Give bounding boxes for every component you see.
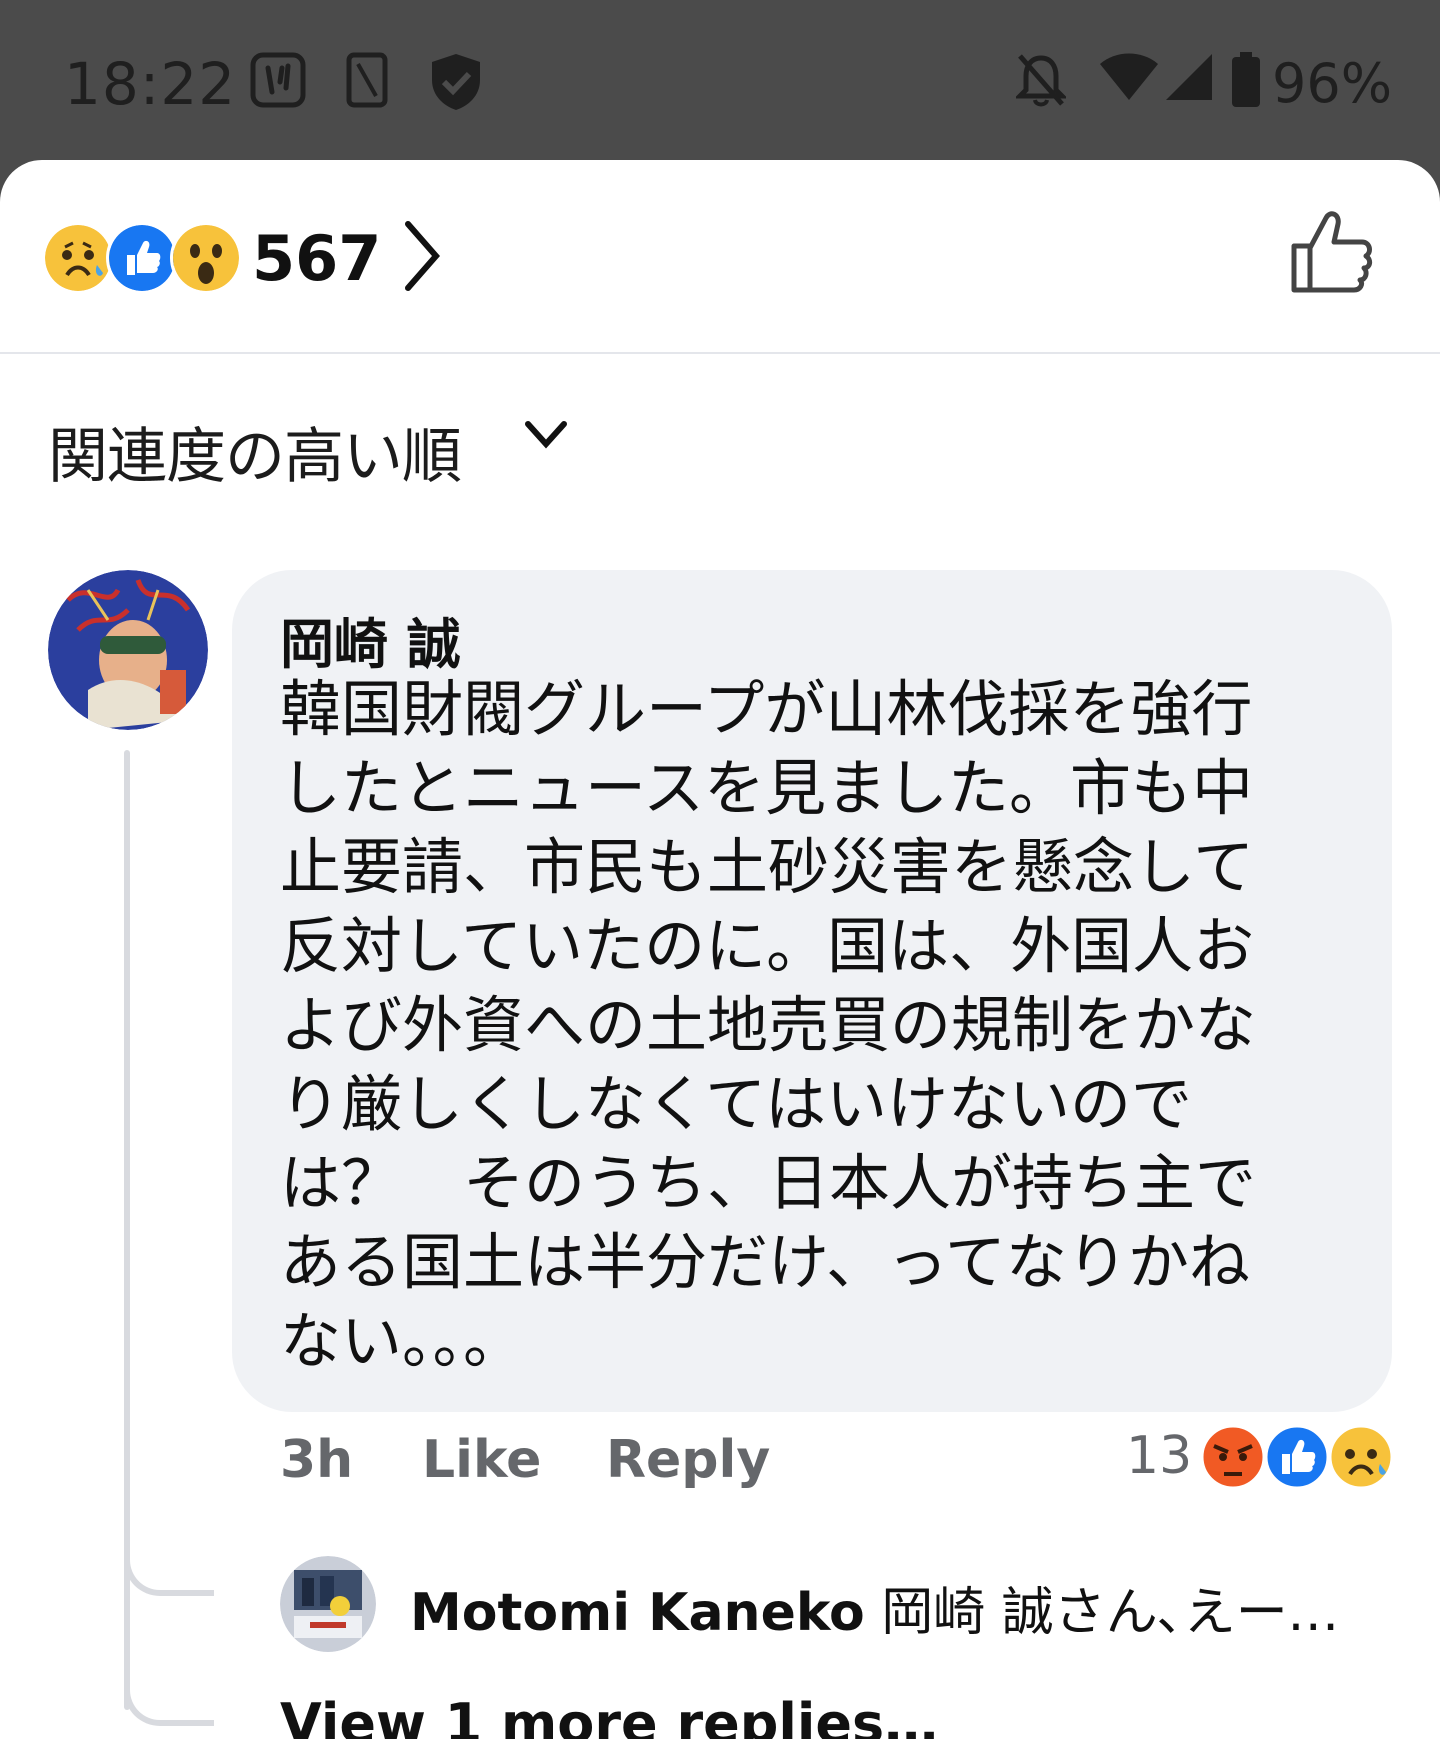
signal-icon <box>1166 54 1212 100</box>
battery-percent: 96% <box>1272 52 1393 115</box>
reaction-count: 567 <box>252 222 382 295</box>
reply-button[interactable]: Reply <box>606 1430 770 1490</box>
bell-off-icon <box>1016 54 1066 107</box>
like-button[interactable]: Like <box>422 1430 541 1490</box>
like-emoji-icon <box>106 222 178 294</box>
reply-text: 岡崎 誠さん､えー。そ… <box>881 1583 1370 1643</box>
reactions-summary[interactable]: 567 <box>0 160 1440 354</box>
wifi-icon <box>1100 53 1158 100</box>
reply-avatar[interactable] <box>280 1556 376 1652</box>
sort-label: 関連度の高い順 <box>48 422 462 492</box>
sort-dropdown[interactable]: 関連度の高い順 <box>48 408 567 492</box>
avatar-image <box>48 570 208 730</box>
comment-reaction-count[interactable]: 13 <box>1126 1426 1192 1486</box>
comments-sheet: 567 関連度の高い順 岡崎 誠 韓国財閥グループが山林伐採を強行 したとニュー… <box>0 160 1440 1739</box>
angry-emoji-icon <box>1200 1424 1266 1490</box>
sad-emoji-icon <box>1328 1424 1394 1490</box>
like-emoji-icon <box>1264 1424 1330 1490</box>
avatar[interactable] <box>48 570 208 730</box>
view-more-replies-link[interactable]: View 1 more replies… <box>280 1692 938 1739</box>
comment-author[interactable]: 岡崎 誠 <box>280 600 461 679</box>
reply-preview[interactable]: Motomi Kaneko 岡崎 誠さん､えー。そ… <box>410 1570 1370 1645</box>
screenshot-icon <box>346 52 388 108</box>
chevron-right-icon[interactable] <box>402 220 442 292</box>
sad-emoji-icon <box>42 222 114 294</box>
comment-bubble[interactable]: 岡崎 誠 韓国財閥グループが山林伐採を強行 したとニュースを見ました。市も中 止… <box>232 570 1392 1412</box>
reply-author[interactable]: Motomi Kaneko <box>410 1583 865 1643</box>
avatar-image <box>280 1556 376 1652</box>
battery-icon <box>1232 52 1260 107</box>
chevron-down-icon <box>525 421 567 449</box>
status-bar: 18:22 96% <box>0 0 1440 160</box>
comment-time: 3h <box>280 1430 354 1490</box>
thread-branch <box>124 1660 214 1726</box>
comment-text: 韓国財閥グループが山林伐採を強行 したとニュースを見ました。市も中 止要請、市民… <box>280 674 1257 1377</box>
app-notification-icon <box>250 52 306 108</box>
thread-branch <box>124 1530 214 1596</box>
shield-icon <box>432 54 480 110</box>
like-button-icon[interactable] <box>1290 210 1374 294</box>
wow-emoji-icon <box>170 222 242 294</box>
comment-actions: 3h Like Reply 13 <box>280 1424 1400 1510</box>
status-time: 18:22 <box>64 50 237 118</box>
